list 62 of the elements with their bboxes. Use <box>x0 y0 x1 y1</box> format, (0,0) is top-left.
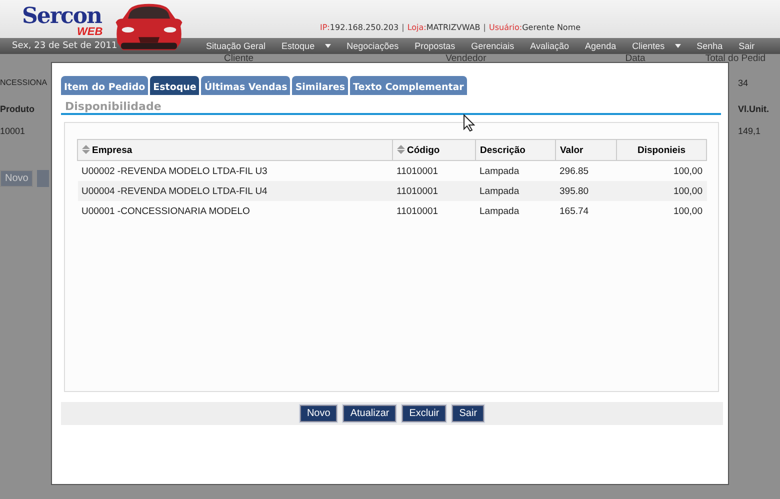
tab[interactable]: Estoque <box>150 76 200 95</box>
table-cell: U00001 -CONCESSIONARIA MODELO <box>78 201 392 221</box>
separator-text: | <box>402 23 404 32</box>
table-cell: U00004 -REVENDA MODELO LTDA-FIL U4 <box>78 181 392 201</box>
menu-item[interactable]: Situação Geral <box>202 41 274 51</box>
session-info: IP:192.168.250.203 <box>320 23 399 32</box>
table-cell: 395.80 <box>556 181 616 201</box>
table-cell: 296.85 <box>556 160 616 181</box>
section-title: Disponibilidade <box>61 95 721 115</box>
table-cell-text: 149,1 <box>738 125 762 138</box>
separator-text: | <box>483 23 486 32</box>
field-label: Total do Pedid <box>705 54 766 64</box>
table-cell-text: 10001 <box>0 125 26 138</box>
table-cell: 100,00 <box>616 201 706 221</box>
menu-item[interactable]: Propostas <box>406 41 464 51</box>
column-header[interactable]: Empresa <box>78 140 392 160</box>
session-info: Loja:MATRIZVWAB <box>407 23 480 32</box>
button-edge <box>37 170 50 187</box>
action-button[interactable]: Sair <box>452 405 484 422</box>
sort-icon[interactable] <box>397 144 405 154</box>
menu-item[interactable]: Gerenciais <box>463 41 522 51</box>
field-label: Vendedor <box>446 54 486 64</box>
menu-item[interactable]: Negociações <box>338 41 407 51</box>
table-cell: 11010001 <box>392 201 476 221</box>
table-cell: Lampada <box>476 201 556 221</box>
column-header: Vl.Unit. <box>738 103 770 116</box>
menu-item[interactable]: Senha <box>688 41 731 51</box>
column-header[interactable]: Disponieis <box>616 140 706 160</box>
table-cell: 11010001 <box>392 181 476 201</box>
field-value: 34 <box>738 78 750 90</box>
table-cell: Lampada <box>476 160 556 181</box>
date-text: Sex, 23 de Set de 2011 <box>12 41 118 51</box>
menu-item[interactable]: Estoque <box>274 41 339 51</box>
tab[interactable]: Últimas Vendas <box>201 76 290 95</box>
table-cell: 165.74 <box>556 201 616 221</box>
tab[interactable]: Similares <box>292 76 348 95</box>
logo-text: Sercon <box>22 5 102 27</box>
logo-subtext: WEB <box>77 27 104 37</box>
table-cell: U00002 -REVENDA MODELO LTDA-FIL U3 <box>78 160 392 181</box>
session-info: Usuário:Gerente Nome <box>489 23 581 32</box>
column-header: Produto <box>0 103 34 116</box>
sort-icon[interactable] <box>82 144 90 154</box>
tab[interactable]: Item do Pedido <box>61 76 148 95</box>
table-cell: Lampada <box>476 181 556 201</box>
table-cell: 100,00 <box>616 160 706 181</box>
new-button[interactable]: Novo <box>0 170 34 187</box>
action-button[interactable]: Excluir <box>402 405 446 422</box>
action-button[interactable]: Atualizar <box>343 405 396 422</box>
field-value: NCESSIONA <box>0 78 48 89</box>
table-cell: 100,00 <box>616 181 706 201</box>
column-header[interactable]: Descrição <box>476 140 556 160</box>
table-cell: 11010001 <box>392 160 476 181</box>
menu-item[interactable]: Agenda <box>577 41 624 51</box>
column-header[interactable]: Valor <box>556 140 616 160</box>
field-label: Data <box>625 54 646 64</box>
menu-item[interactable]: Avaliação <box>522 41 578 51</box>
menu-item[interactable]: Sair <box>730 41 763 51</box>
column-header[interactable]: Código <box>392 140 476 160</box>
tab[interactable]: Texto Complementar <box>350 76 467 95</box>
menu-item[interactable]: Clientes <box>624 41 689 51</box>
action-button[interactable]: Novo <box>300 405 338 422</box>
field-label: Cliente <box>224 54 254 64</box>
